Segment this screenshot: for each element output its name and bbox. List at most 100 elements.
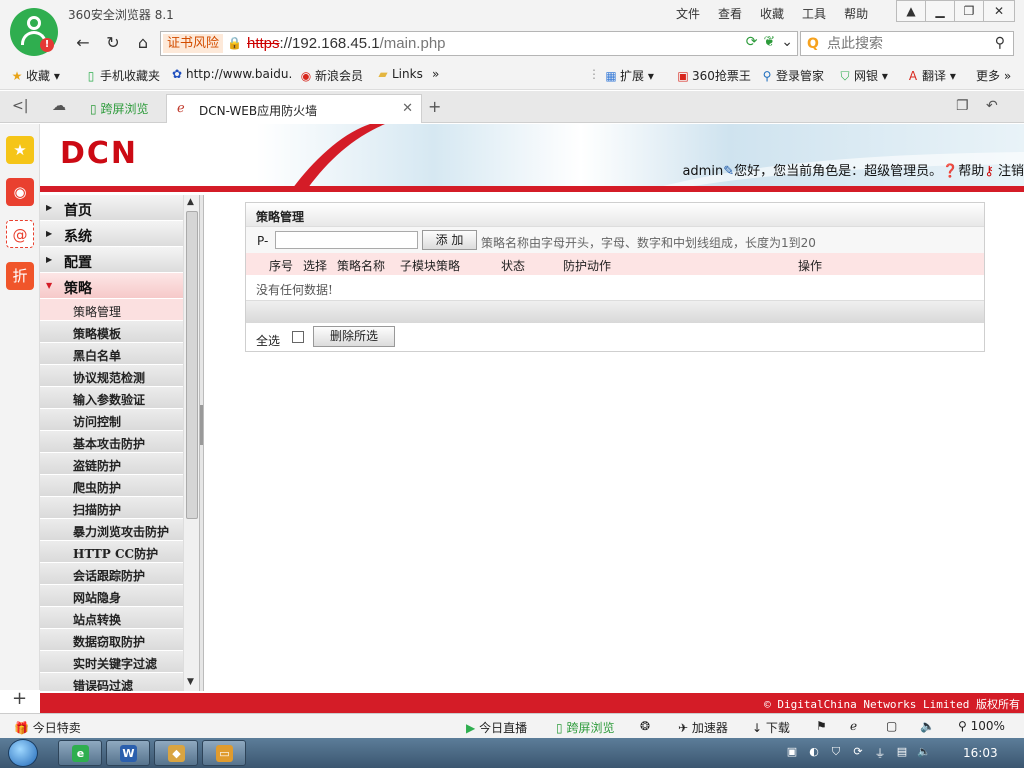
bookmarks-more-arrow[interactable]: » [432, 67, 439, 81]
browser-menu-file[interactable]: 文件 [676, 5, 700, 22]
undo-close-icon[interactable]: ↶ [986, 98, 998, 114]
compat-mode-icon[interactable]: ⟳ [746, 34, 758, 50]
bookmark-favorites[interactable]: ★ 收藏 ▾ [10, 67, 60, 84]
menu-sub-access-control[interactable]: 访问控制 [40, 409, 200, 431]
scroll-up-icon[interactable]: ▲ [187, 197, 194, 207]
ticket-button[interactable]: ▣ 360抢票王 [676, 67, 751, 84]
close-tab-icon[interactable]: ✕ [402, 101, 413, 116]
broken-lock-icon[interactable]: 🔒 [227, 36, 242, 52]
taskbar-app[interactable]: ◆ [154, 740, 198, 766]
bookmark-sina[interactable]: ◉ 新浪会员 [299, 67, 363, 84]
scroll-down-icon[interactable]: ▼ [187, 677, 194, 687]
weibo-icon[interactable]: ◉ [6, 178, 34, 206]
bookmark-mobile[interactable]: ▯ 手机收藏夹 [84, 67, 160, 84]
flag-icon[interactable]: ⚑ [816, 719, 827, 733]
browser-menu-help[interactable]: 帮助 [844, 5, 868, 22]
search-input[interactable] [827, 35, 977, 53]
taskbar-ie[interactable]: e [58, 740, 102, 766]
help-icon[interactable]: ❓ [942, 164, 958, 179]
menu-sub-error-code[interactable]: 错误码过滤 [40, 673, 200, 691]
live-button[interactable]: ▶ 今日直播 [466, 719, 527, 736]
menu-sub-site-stealth[interactable]: 网站隐身 [40, 585, 200, 607]
volume-icon[interactable]: 🔈 [920, 719, 935, 733]
cloud-icon[interactable]: ☁ [52, 98, 66, 114]
menu-sub-scan[interactable]: 扫描防护 [40, 497, 200, 519]
menu-sub-policy-template[interactable]: 策略模板 [40, 321, 200, 343]
tray-sync-icon[interactable]: ⟳ [850, 745, 866, 761]
daily-deals-button[interactable]: 🎁 今日特卖 [14, 719, 81, 736]
new-tab-button[interactable]: + [428, 97, 441, 116]
accelerator-button[interactable]: ✈ 加速器 [678, 719, 728, 736]
browser-menu-favorites[interactable]: 收藏 [760, 5, 784, 22]
discount-icon[interactable]: 折 [6, 262, 34, 290]
wind-icon[interactable]: ❂ [640, 719, 650, 733]
skin-icon[interactable]: ▲ [896, 0, 926, 22]
select-all-checkbox[interactable] [292, 331, 304, 343]
splitter-grip[interactable] [200, 405, 203, 445]
minimize-button[interactable]: ▁ [925, 0, 955, 22]
tab-split-view[interactable]: ▯ 跨屏浏览 [84, 95, 162, 120]
windows-start-icon[interactable] [8, 739, 38, 767]
ie-mode-icon[interactable]: ℯ [850, 719, 857, 733]
favorites-star-icon[interactable]: ★ [6, 136, 34, 164]
menu-sub-brute-browse[interactable]: 暴力浏览攻击防护 [40, 519, 200, 541]
help-link[interactable]: 帮助 [958, 164, 984, 179]
browser-menu-view[interactable]: 查看 [718, 5, 742, 22]
back-icon[interactable]: ← [72, 32, 94, 54]
menu-sub-keyword-filter[interactable]: 实时关键字过滤 [40, 651, 200, 673]
url-input[interactable]: 证书风险 🔒 https://192.168.45.1/main.php ⟳ ❦… [160, 31, 798, 56]
edit-icon[interactable]: ✎ [723, 164, 734, 179]
scrollbar-thumb[interactable] [186, 211, 198, 519]
menu-sub-basic-attack[interactable]: 基本攻击防护 [40, 431, 200, 453]
menu-system[interactable]: ▶ 系统 [40, 221, 200, 247]
menu-sub-protocol-check[interactable]: 协议规范检测 [40, 365, 200, 387]
tab-list-icon[interactable]: ❐ [956, 98, 969, 114]
url-text[interactable]: https://192.168.45.1/main.php [247, 35, 446, 52]
tray-shield-icon[interactable]: ⛉ [828, 745, 844, 761]
menu-sub-black-white-list[interactable]: 黑白名单 [40, 343, 200, 365]
more-button[interactable]: 更多 » [976, 67, 1011, 84]
zoom-control[interactable]: ⚲ 100% [958, 719, 1005, 733]
menu-scrollbar[interactable]: ▲ ▼ [183, 195, 199, 691]
tray-network-icon[interactable]: ▤ [894, 745, 910, 761]
sidebar-toggle-icon[interactable]: <| [12, 98, 28, 114]
search-engine-icon[interactable]: Q [807, 36, 819, 52]
extensions-button[interactable]: ▦ 扩展 ▾ [604, 67, 654, 84]
menu-config[interactable]: ▶ 配置 [40, 247, 200, 273]
download-button[interactable]: ↓ 下载 [752, 719, 790, 736]
key-icon[interactable]: ⚷ [984, 164, 994, 179]
certificate-warning[interactable]: 证书风险 [163, 34, 224, 53]
menu-sub-policy-management[interactable]: 策略管理 [40, 299, 200, 321]
add-button[interactable]: 添 加 [422, 230, 477, 250]
browser-menu-tools[interactable]: 工具 [802, 5, 826, 22]
tray-usb-icon[interactable]: ⏚ [872, 745, 888, 761]
menu-sub-session-tracking[interactable]: 会话跟踪防护 [40, 563, 200, 585]
maximize-button[interactable]: ❐ [954, 0, 984, 22]
bank-button[interactable]: ⛉ 网银 ▾ [838, 67, 887, 84]
tab-active[interactable]: ℯ DCN-WEB应用防火墙 ✕ [166, 94, 422, 123]
refresh-icon[interactable]: ↻ [102, 32, 124, 54]
login-manager-button[interactable]: ⚲ 登录管家 [760, 67, 824, 84]
menu-sub-data-theft[interactable]: 数据窃取防护 [40, 629, 200, 651]
menu-sub-input-validation[interactable]: 输入参数验证 [40, 387, 200, 409]
taskbar-word[interactable]: W [106, 740, 150, 766]
taskbar-explorer[interactable]: ▭ [202, 740, 246, 766]
tray-app-icon[interactable]: ▣ [784, 745, 800, 761]
policy-name-input[interactable] [275, 231, 418, 249]
close-button[interactable]: ✕ [983, 0, 1015, 22]
menu-sub-hotlink[interactable]: 盗链防护 [40, 453, 200, 475]
bookmark-baidu[interactable]: ✿ http://www.baidu. [170, 67, 292, 81]
status-split-view-button[interactable]: ▯ 跨屏浏览 [556, 719, 614, 736]
taskbar-clock[interactable]: 16:03 [963, 746, 998, 760]
menu-sub-site-conversion[interactable]: 站点转换 [40, 607, 200, 629]
speed-mode-icon[interactable]: ❦ [764, 34, 776, 50]
menu-home[interactable]: ▶ 首页 [40, 195, 200, 221]
window-icon[interactable]: ▢ [886, 719, 897, 733]
home-icon[interactable]: ⌂ [132, 32, 154, 54]
menu-sub-crawler[interactable]: 爬虫防护 [40, 475, 200, 497]
delete-selected-button[interactable]: 删除所选 [313, 326, 395, 347]
sidebar-add-icon[interactable]: + [12, 688, 27, 709]
bookmark-links[interactable]: ▰ Links [376, 67, 422, 81]
chevron-down-icon[interactable]: ⌄ [781, 34, 793, 50]
logout-link[interactable]: 注销 [998, 164, 1024, 179]
